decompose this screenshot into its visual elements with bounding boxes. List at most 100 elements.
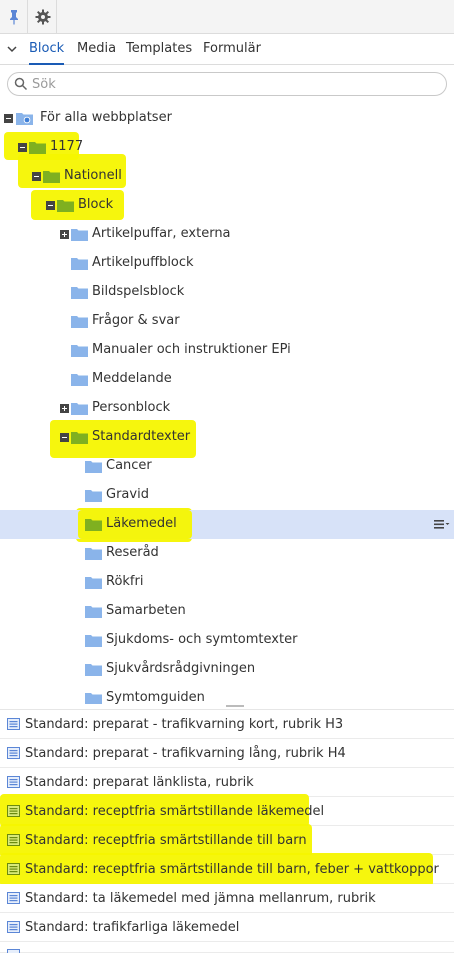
block-list: Standard: preparat - trafikvarning kort,… — [0, 710, 454, 953]
block-label: Standard: preparat länklista, rubrik — [25, 775, 254, 790]
search-box — [7, 72, 447, 96]
context-menu-icon[interactable] — [434, 517, 450, 531]
tree-node-label: Sjukvårdsrådgivningen — [106, 661, 256, 676]
block-list-item[interactable]: Standard: receptfria smärtstillande till… — [0, 853, 454, 887]
tree-node-block[interactable]: Block — [0, 191, 454, 220]
folder-icon — [29, 142, 46, 154]
tree-node-1177[interactable]: 1177 — [0, 133, 454, 162]
tree-node-nationell[interactable]: Nationell — [0, 162, 454, 191]
search-input[interactable] — [32, 75, 432, 93]
block-label: Standard: receptfria smärtstillande läke… — [25, 804, 325, 819]
tree-node-label: Block — [78, 197, 114, 212]
block-label: Standard: preparat - trafikvarning kort,… — [25, 717, 344, 732]
tree-node-personblock[interactable]: Personblock — [0, 394, 454, 423]
tree-node-label: Nationell — [64, 168, 122, 183]
block-list-item[interactable]: Standard: preparat - trafikvarning lång,… — [0, 739, 454, 768]
tree-node-label: Symtomguiden — [106, 690, 205, 704]
chevron-down-icon[interactable] — [5, 42, 19, 56]
block-list-item[interactable]: Standard: receptfria smärtstillande till… — [0, 824, 454, 858]
block-icon — [7, 863, 20, 875]
tree-node-standardtexter[interactable]: Standardtexter — [0, 423, 454, 452]
expand-toggle[interactable] — [60, 404, 69, 413]
panel-toolbar — [0, 0, 454, 34]
tree-node-label: Artikelpuffblock — [92, 255, 194, 270]
folder-icon — [71, 287, 88, 299]
folder-icon — [85, 519, 102, 531]
tree-node-artikelpuffblock[interactable]: Artikelpuffblock — [0, 249, 454, 278]
tree-node-manualer[interactable]: Manualer och instruktioner EPi — [0, 336, 454, 365]
collapse-toggle[interactable] — [32, 172, 41, 181]
block-list-item[interactable]: Standard: preparat länklista, rubrik — [0, 768, 454, 797]
tree-node-lakemedel[interactable]: Läkemedel — [0, 510, 454, 539]
tree-node-rokfri[interactable]: Rökfri — [0, 568, 454, 597]
tree-node-label: Frågor & svar — [92, 313, 180, 328]
tree-node-bildspelsblock[interactable]: Bildspelsblock — [0, 278, 454, 307]
tab-formular[interactable]: Formulär — [203, 40, 261, 65]
tree-node-label: Bildspelsblock — [92, 284, 185, 299]
collapse-toggle[interactable] — [46, 201, 55, 210]
block-icon — [7, 921, 20, 933]
tab-templates[interactable]: Templates — [126, 40, 192, 65]
expand-toggle[interactable] — [60, 230, 69, 239]
folder-icon — [85, 606, 102, 618]
folder-icon — [71, 345, 88, 357]
folder-icon — [85, 461, 102, 473]
search-icon — [14, 77, 28, 91]
tree-node-gravid[interactable]: Gravid — [0, 481, 454, 510]
folder-icon — [71, 258, 88, 270]
tab-media[interactable]: Media — [77, 40, 116, 65]
tree-node-samarbeten[interactable]: Samarbeten — [0, 597, 454, 626]
folder-icon — [85, 490, 102, 502]
folder-icon — [85, 693, 102, 704]
block-list-item[interactable]: Standard: receptfria smärtstillande läke… — [0, 794, 454, 827]
tree-node-label: Standardtexter — [92, 429, 191, 444]
folder-icon — [85, 664, 102, 676]
tree-node-label: Artikelpuffar, externa — [92, 226, 231, 241]
settings-button[interactable] — [29, 0, 57, 34]
global-folder-icon — [16, 113, 33, 125]
tree-node-label: Läkemedel — [106, 516, 177, 531]
folder-icon — [85, 635, 102, 647]
block-list-item[interactable]: Standard: ta läkemedel med jämna mellanr… — [0, 884, 454, 913]
block-list-item[interactable]: Standard: trafikfarliga läkemedel — [0, 913, 454, 942]
tree-node-reserad[interactable]: Reseråd — [0, 539, 454, 568]
splitter-grip[interactable] — [226, 705, 244, 707]
folder-icon — [85, 577, 102, 589]
folder-icon — [57, 200, 74, 212]
tree-node-root[interactable]: För alla webbplatser — [0, 104, 454, 133]
folder-icon — [85, 548, 102, 560]
tree-node-meddelande[interactable]: Meddelande — [0, 365, 454, 394]
tree-node-symtomguiden[interactable]: Symtomguiden — [0, 684, 454, 704]
folder-icon — [71, 432, 88, 444]
block-list-item[interactable] — [0, 942, 454, 953]
block-list-item[interactable]: Standard: preparat - trafikvarning kort,… — [0, 710, 454, 739]
pin-icon — [9, 10, 18, 25]
block-label: Standard: trafikfarliga läkemedel — [25, 920, 240, 935]
tree-node-artikelpuffar-externa[interactable]: Artikelpuffar, externa — [0, 220, 454, 249]
tree-node-sjukvardsradgivningen[interactable]: Sjukvårdsrådgivningen — [0, 655, 454, 684]
collapse-toggle[interactable] — [4, 114, 13, 123]
tree-node-sjukdoms-och-symtomtexter[interactable]: Sjukdoms- och symtomtexter — [0, 626, 454, 655]
tree-node-label: Manualer och instruktioner EPi — [92, 342, 291, 357]
collapse-toggle[interactable] — [60, 433, 69, 442]
tree-node-label: För alla webbplatser — [40, 110, 172, 125]
folder-icon — [71, 374, 88, 386]
block-icon — [7, 776, 20, 788]
tab-block[interactable]: Block — [29, 40, 65, 65]
tree-node-label: Meddelande — [92, 371, 172, 386]
asset-tabs: Block Media Templates Formulär — [0, 34, 454, 65]
tree-node-label: Cancer — [106, 458, 152, 473]
tree-node-cancer[interactable]: Cancer — [0, 452, 454, 481]
folder-icon — [71, 316, 88, 328]
tree-node-fragor-svar[interactable]: Frågor & svar — [0, 307, 454, 336]
block-icon — [7, 834, 20, 846]
tree-node-label: 1177 — [50, 139, 84, 154]
gear-icon — [35, 9, 50, 25]
pin-button[interactable] — [0, 0, 28, 34]
folder-icon — [43, 171, 60, 183]
folder-icon — [71, 229, 88, 241]
block-icon — [7, 718, 20, 730]
folder-icon — [71, 403, 88, 415]
collapse-toggle[interactable] — [18, 143, 27, 152]
block-label: Standard: receptfria smärtstillande till… — [25, 862, 439, 877]
